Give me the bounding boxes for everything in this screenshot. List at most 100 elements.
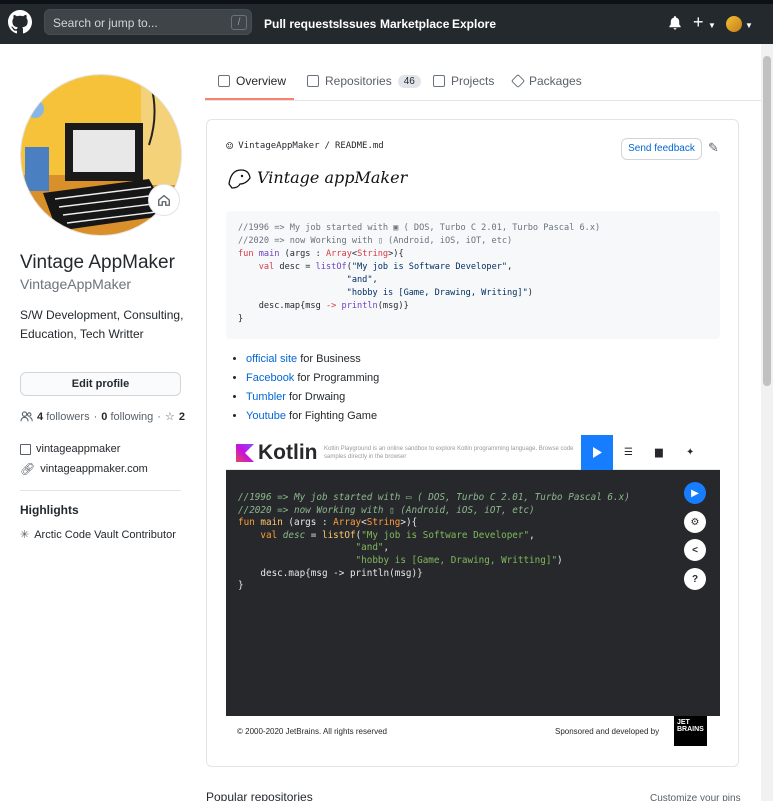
list-item: Facebook for Programming <box>246 372 379 391</box>
list-item: Youtube for Fighting Game <box>246 410 379 429</box>
readme-path-user[interactable]: VintageAppMaker <box>238 141 319 151</box>
customize-pins-link[interactable]: Customize your pins <box>650 793 741 801</box>
readme-path-separator: / <box>324 141 330 151</box>
website-link[interactable]: vintageappmaker.com <box>40 463 148 475</box>
smiley-icon: ☺ <box>226 139 234 153</box>
search-input[interactable]: Search or jump to... <box>44 9 252 35</box>
list-item: official site for Business <box>246 353 379 372</box>
tab-label: Packages <box>529 74 582 88</box>
set-status-button[interactable] <box>148 184 180 216</box>
kotlin-logo: Kotlin <box>236 441 317 465</box>
readme-path: ☺ VintageAppMaker / README.md <box>226 139 384 153</box>
package-icon <box>510 73 526 89</box>
link-icon: 🔗︎ <box>20 462 36 476</box>
link-description: for Drwaing <box>285 391 346 403</box>
youtube-link[interactable]: Youtube <box>246 410 286 422</box>
tab-overview[interactable]: Overview <box>218 74 286 88</box>
kotlin-code[interactable]: //1996 => My job started with ▭ ( DOS, T… <box>238 492 630 593</box>
highlight-item: ✳ Arctic Code Vault Contributor <box>20 528 176 542</box>
share-icon[interactable]: < <box>684 539 706 561</box>
following-link[interactable]: 0 following <box>101 411 153 423</box>
dog-logo-icon <box>228 169 251 189</box>
kotlin-tagline: Kotlin Playground is an online sandbox t… <box>324 446 574 460</box>
website-row: 🔗︎ vintageappmaker.com <box>20 462 148 476</box>
separator-dot: · <box>93 410 98 423</box>
snowflake-icon: ✳ <box>20 529 30 541</box>
twitter-handle[interactable]: vintageappmaker <box>36 443 120 455</box>
pencil-icon[interactable]: ✎ <box>708 140 719 156</box>
run-code-button[interactable]: ▶ <box>684 482 706 504</box>
organization-icon <box>20 443 31 455</box>
tab-label: Projects <box>451 74 495 88</box>
nav-pull-requests[interactable]: Pull requests <box>264 17 339 31</box>
link-description: for Business <box>297 353 361 365</box>
book-icon <box>218 75 230 87</box>
separator-dot: · <box>157 410 161 423</box>
follow-stats: 4 followers · 0 following · ☆ 2 <box>20 410 185 423</box>
nav-issues[interactable]: Issues <box>339 17 376 31</box>
chevron-down-icon[interactable]: ▼ <box>708 21 716 30</box>
tab-packages[interactable]: Packages <box>510 73 582 89</box>
code-block: //1996 => My job started with ▣ ( DOS, T… <box>226 211 720 339</box>
nav-marketplace[interactable]: Marketplace <box>380 17 449 31</box>
list-icon[interactable]: ☰ <box>624 447 633 458</box>
github-logo-icon[interactable] <box>8 10 32 34</box>
send-feedback-button[interactable]: Send feedback <box>621 138 702 160</box>
readme-path-file[interactable]: README.md <box>335 141 384 151</box>
create-new-icon[interactable]: + <box>693 12 704 33</box>
scrollbar-thumb[interactable] <box>763 56 771 386</box>
kotlin-logo-icon <box>236 444 254 462</box>
jetbrains-copyright: © 2000-2020 JetBrains. All rights reserv… <box>237 727 387 736</box>
repo-icon <box>307 75 319 87</box>
stars-count[interactable]: 2 <box>179 411 185 423</box>
facebook-link[interactable]: Facebook <box>246 372 294 384</box>
jetbrains-logo[interactable]: JET BRAINS <box>674 716 707 746</box>
followers-label: followers <box>46 410 90 423</box>
help-icon[interactable]: ? <box>684 568 706 590</box>
sidebar-divider <box>20 490 181 491</box>
profile-username: VintageAppMaker <box>20 276 132 292</box>
settings-gear-icon[interactable]: ⚙ <box>684 511 706 533</box>
edit-profile-button[interactable]: Edit profile <box>20 372 181 396</box>
profile-bio: S/W Development, Consulting, Education, … <box>20 308 184 341</box>
link-description: for Fighting Game <box>285 410 378 422</box>
official-site-link[interactable]: official site <box>246 353 297 365</box>
repo-count-badge: 46 <box>397 74 421 88</box>
brand-text: Vintage appMaker <box>257 167 408 187</box>
following-label: following <box>110 410 154 423</box>
list-item: Tumbler for Drwaing <box>246 391 379 410</box>
tab-label: Repositories <box>325 74 392 88</box>
brand-logo: Vintage appMaker <box>225 164 407 190</box>
star-icon: ☆ <box>164 411 175 423</box>
tab-label: Overview <box>236 74 287 88</box>
sponsor-text: Sponsored and developed by <box>555 727 660 736</box>
play-icon <box>593 447 602 458</box>
twitter-row: vintageappmaker <box>20 443 120 455</box>
book-icon[interactable]: ▆ <box>655 447 663 458</box>
followers-link[interactable]: 4 followers <box>37 411 90 423</box>
readme-link-list: official site for Business Facebook for … <box>230 353 379 429</box>
slash-shortcut-key: / <box>231 15 247 30</box>
chevron-down-icon[interactable]: ▼ <box>745 21 753 30</box>
nav-explore[interactable]: Explore <box>452 17 496 31</box>
following-count: 0 <box>101 410 108 423</box>
tumbler-link[interactable]: Tumbler <box>246 391 286 403</box>
followers-count: 4 <box>37 410 44 423</box>
highlight-label[interactable]: Arctic Code Vault Contributor <box>34 529 176 541</box>
people-icon <box>20 411 33 422</box>
tab-projects[interactable]: Projects <box>433 74 494 88</box>
user-avatar-small[interactable] <box>726 16 742 32</box>
home-icon <box>158 194 170 206</box>
active-tab-indicator <box>205 98 294 100</box>
tab-repositories[interactable]: Repositories 46 <box>307 74 421 88</box>
project-icon <box>433 75 445 87</box>
highlights-title: Highlights <box>20 503 79 517</box>
bell-icon[interactable] <box>668 15 682 30</box>
kotlin-logo-text: Kotlin <box>258 441 318 464</box>
link-description: for Programming <box>294 372 380 384</box>
popular-repositories-title: Popular repositories <box>206 790 313 801</box>
tabs-divider <box>205 100 773 101</box>
settings-icon[interactable]: ✦ <box>686 447 694 458</box>
run-button[interactable] <box>581 435 613 470</box>
profile-fullname: Vintage AppMaker <box>20 252 175 273</box>
